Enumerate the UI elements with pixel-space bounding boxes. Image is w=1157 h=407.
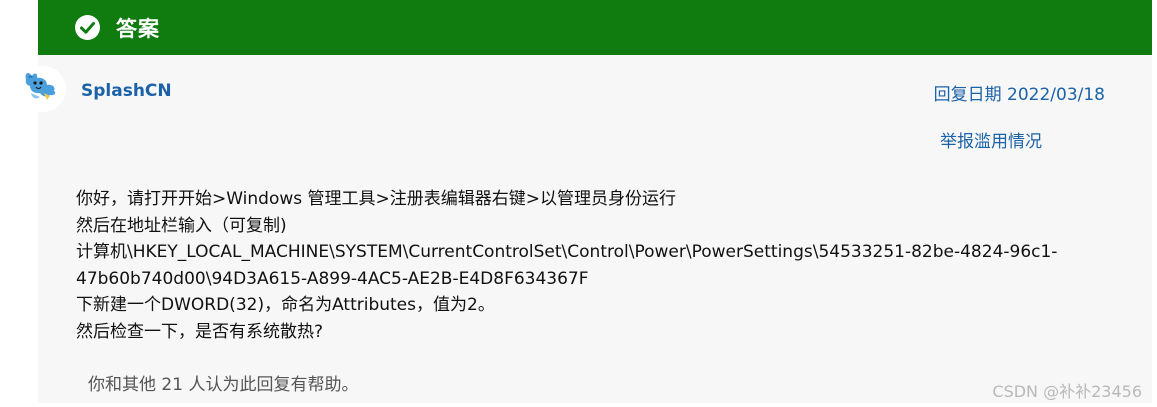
author-name-link[interactable]: SplashCN [81,81,172,101]
answer-body-line: 你好，请打开开始>Windows 管理工具>注册表编辑器右键>以管理员身份运行 [76,189,677,209]
helpful-count-text: 你和其他 21 人认为此回复有帮助。 [88,375,359,395]
answer-body-line: 然后在地址栏输入（可复制) [76,215,287,236]
answer-body-line: 47b60b740d00\94D3A615-A899-4AC5-AE2B-E4D… [76,268,589,289]
dragon-avatar-icon[interactable] [20,66,66,112]
check-circle-icon [75,15,100,40]
watermark: CSDN @补补23456 [992,382,1142,401]
answer-banner: 答案 [38,0,1152,55]
reply-date: 回复日期 2022/03/18 [933,85,1105,105]
banner-title: 答案 [116,17,160,41]
answer-body-line: 然后检查一下，是否有系统散热? [76,321,324,342]
answer-body: 你好，请打开开始>Windows 管理工具>注册表编辑器右键>以管理员身份运行 … [76,186,1116,345]
report-abuse-link[interactable]: 举报滥用情况 [940,127,1042,152]
answer-body-line: 下新建一个DWORD(32)，命名为Attributes，值为2。 [76,295,495,315]
answer-body-line: 计算机\HKEY_LOCAL_MACHINE\SYSTEM\CurrentCon… [76,242,1058,262]
